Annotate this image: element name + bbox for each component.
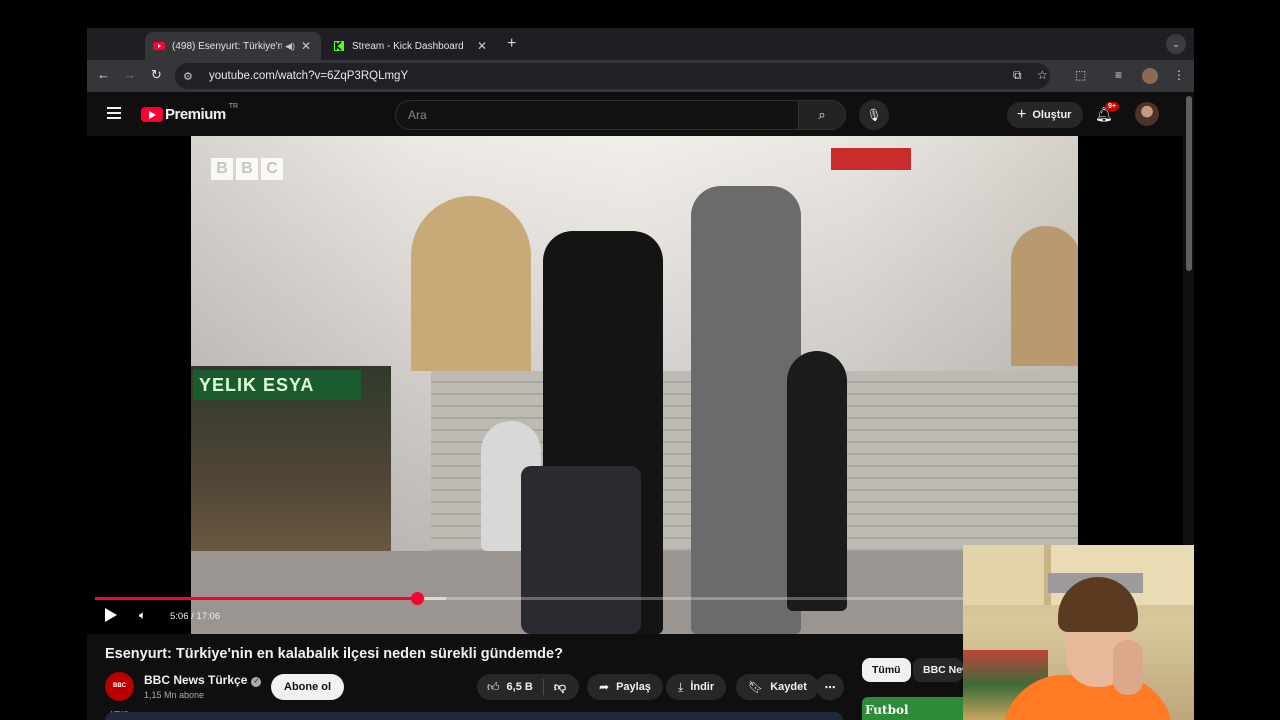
- channel-name-row[interactable]: BBC News Türkçe ✓: [144, 673, 262, 687]
- voice-search-button[interactable]: 🎙︎: [859, 100, 889, 130]
- download-icon: ⤓: [678, 679, 684, 694]
- play-button[interactable]: [105, 608, 117, 622]
- menu-dots-icon[interactable]: ⋮: [1173, 68, 1185, 82]
- address-bar[interactable]: ⚙ youtube.com/watch?v=6ZqP3RQLmgY: [175, 63, 1050, 89]
- share-button[interactable]: ➦ Paylaş: [587, 674, 663, 700]
- recommended-thumbnail[interactable]: Futbol: [862, 697, 963, 720]
- tab-search-button[interactable]: ⌄: [1166, 34, 1186, 54]
- thumbs-up-icon: 👍︎: [487, 679, 500, 694]
- more-actions-button[interactable]: ⋯: [816, 674, 844, 700]
- webcam-overlay: [963, 545, 1194, 720]
- time-display: 5:06 / 17:06: [170, 611, 221, 622]
- channel-avatar[interactable]: BBC NEWS: [105, 672, 134, 718]
- youtube-premium-logo[interactable]: Premium TR: [141, 103, 239, 123]
- video-frame[interactable]: YELIK ESYA B B C: [191, 136, 1078, 634]
- logo-text: Premium: [165, 106, 226, 123]
- new-tab-button[interactable]: +: [507, 35, 516, 53]
- tab-title: (498) Esenyurt: Türkiye'n: [172, 40, 283, 52]
- account-avatar[interactable]: [1135, 102, 1159, 126]
- profile-avatar[interactable]: [1142, 68, 1158, 84]
- extensions-icon[interactable]: ⬚: [1075, 68, 1086, 82]
- stroller: [521, 466, 641, 634]
- bbc-letter: B: [236, 158, 258, 180]
- volume-icon[interactable]: 🔈︎: [139, 608, 146, 623]
- streamer-hand: [1113, 640, 1143, 695]
- red-sign: [831, 148, 911, 170]
- save-button[interactable]: 🔖︎ Kaydet: [736, 674, 819, 700]
- microphone-icon: 🎙︎: [866, 108, 882, 122]
- scrubber-handle[interactable]: [410, 592, 424, 605]
- progress-fill: [95, 597, 417, 600]
- search-input[interactable]: Ara: [395, 100, 799, 130]
- tab-kick[interactable]: Stream - Kick Dashboard ✕: [325, 32, 497, 60]
- police-figure: [787, 351, 847, 611]
- description-box[interactable]: [105, 712, 843, 720]
- search-icon: ⌕: [818, 107, 826, 122]
- bbc-letter: B: [211, 158, 233, 180]
- install-app-icon[interactable]: ⧉: [1013, 68, 1022, 83]
- site-info-icon[interactable]: ⚙: [183, 70, 197, 83]
- mosque-door: [411, 196, 531, 371]
- notification-badge: 9+: [1105, 102, 1119, 111]
- close-tab-icon[interactable]: ✕: [299, 39, 313, 53]
- reload-icon[interactable]: ↻: [151, 67, 162, 83]
- subscriber-count: 1,15 Mn abone: [144, 690, 205, 700]
- dislike-button[interactable]: 👎︎: [544, 680, 576, 695]
- plus-icon: +: [1017, 106, 1027, 123]
- media-control-icon[interactable]: ≡: [1115, 68, 1122, 82]
- thumbnail-text: Futbol: [865, 703, 909, 717]
- tab-youtube[interactable]: (498) Esenyurt: Türkiye'n ◀) ✕: [145, 32, 321, 60]
- verified-check-icon: ✓: [251, 677, 262, 687]
- youtube-play-logo-icon: [141, 107, 163, 122]
- download-button[interactable]: ⤓ İndir: [666, 674, 727, 700]
- share-label: Paylaş: [616, 681, 651, 693]
- video-title: Esenyurt: Türkiye'nin en kalabalık ilçes…: [105, 646, 563, 662]
- youtube-icon: [153, 42, 165, 50]
- share-arrow-icon: ➦: [599, 680, 610, 694]
- search-button[interactable]: ⌕: [798, 100, 846, 130]
- like-dislike-group: 👍︎ 6,5 B 👎︎: [477, 674, 579, 700]
- forward-arrow-icon[interactable]: →: [123, 67, 136, 82]
- chip-all[interactable]: Tümü: [862, 658, 911, 682]
- close-tab-icon[interactable]: ✕: [475, 39, 489, 53]
- create-label: Oluştur: [1032, 109, 1072, 121]
- bookmark-icon: 🔖︎: [748, 680, 764, 694]
- tab-strip: (498) Esenyurt: Türkiye'n ◀) ✕ Stream - …: [87, 28, 1194, 60]
- speaker-icon[interactable]: ◀): [285, 41, 295, 52]
- subscribe-button[interactable]: Abone ol: [271, 674, 345, 700]
- shop-sign: YELIK ESYA: [193, 370, 361, 400]
- browser-toolbar: ← → ↻ ⚙ youtube.com/watch?v=6ZqP3RQLmgY …: [87, 60, 1194, 92]
- save-label: Kaydet: [770, 681, 807, 693]
- like-button[interactable]: 👍︎ 6,5 B: [477, 679, 544, 695]
- hamburger-menu-icon[interactable]: [107, 107, 121, 122]
- back-arrow-icon[interactable]: ←: [97, 67, 110, 82]
- download-label: İndir: [690, 681, 715, 693]
- youtube-header: Premium TR Ara ⌕ 🎙︎ + Oluştur 🔔︎ 9+: [87, 92, 1194, 136]
- bbc-letter: C: [261, 158, 283, 180]
- thumbs-down-icon: 👎︎: [553, 679, 567, 694]
- mosque-arch: [1011, 226, 1078, 366]
- create-button[interactable]: + Oluştur: [1007, 102, 1084, 128]
- scrollbar-thumb[interactable]: [1186, 96, 1192, 271]
- bookmark-star-icon[interactable]: ☆: [1037, 68, 1048, 82]
- chip-bbc-news[interactable]: BBC News: [913, 658, 963, 682]
- country-code: TR: [228, 103, 239, 110]
- bbc-watermark: B B C: [211, 158, 283, 180]
- man-figure: [691, 186, 801, 634]
- kick-icon: [334, 41, 344, 51]
- like-count: 6,5 B: [506, 681, 533, 693]
- tab-title: Stream - Kick Dashboard: [352, 40, 464, 52]
- more-dots-icon: ⋯: [824, 681, 836, 694]
- url-text[interactable]: youtube.com/watch?v=6ZqP3RQLmgY: [209, 70, 408, 82]
- channel-name[interactable]: BBC News Türkçe: [144, 673, 247, 687]
